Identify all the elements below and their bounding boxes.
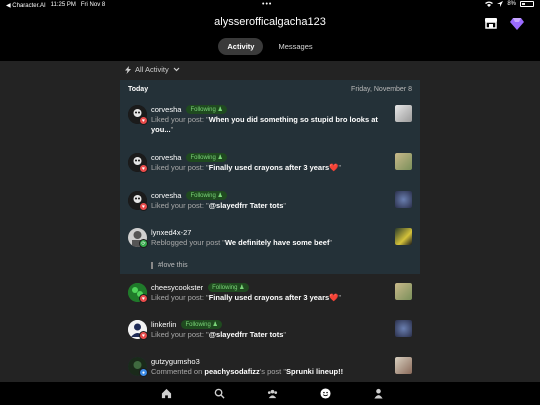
username[interactable]: linkerlin	[151, 320, 176, 329]
activity-description: Commented on peachysodafizz's post "Spru…	[151, 367, 344, 376]
multitasking-dots-icon[interactable]: •••	[262, 1, 272, 8]
username[interactable]: corvesha	[151, 105, 181, 114]
reblog-icon: ⟳	[139, 239, 148, 248]
activity-item[interactable]: ♥ corvesha Following ♟ Liked your post: …	[120, 153, 420, 175]
activity-item[interactable]: ♥ corvesha Following ♟ Liked your post: …	[120, 191, 420, 213]
home-icon[interactable]	[161, 388, 172, 399]
section-label-today: Today	[128, 86, 149, 93]
activity-item[interactable]: ♥ corvesha Following ♟ Liked your post: …	[120, 105, 420, 135]
post-thumbnail[interactable]	[395, 357, 412, 374]
store-icon[interactable]	[484, 17, 498, 29]
activity-description: Liked your post: "Finally used crayons a…	[151, 293, 342, 302]
battery-icon	[520, 1, 534, 7]
filter-label: All Activity	[135, 65, 169, 74]
heart-icon: ♥	[139, 202, 148, 211]
post-thumbnail[interactable]	[395, 283, 412, 300]
post-thumbnail[interactable]	[395, 320, 412, 337]
post-thumbnail[interactable]	[395, 228, 412, 245]
comment-icon: ●	[139, 368, 148, 377]
wifi-icon	[485, 1, 494, 7]
following-badge: Following ♟	[186, 191, 227, 200]
lightning-icon	[125, 65, 131, 74]
following-badge: Following ♟	[186, 153, 227, 162]
post-thumbnail[interactable]	[395, 153, 412, 170]
tab-messages[interactable]: Messages	[269, 38, 321, 55]
username-link[interactable]: peachysodafizz	[204, 367, 259, 376]
profile-icon[interactable]	[373, 388, 384, 399]
following-badge: Following ♟	[186, 105, 227, 114]
post-thumbnail[interactable]	[395, 191, 412, 208]
status-bar: ◀ Character.AI 11:25 PM Fri Nov 8 ••• 8%	[0, 0, 540, 10]
following-badge: Following ♟	[181, 320, 222, 329]
battery-percent: 8%	[507, 1, 516, 7]
section-date: Friday, November 8	[351, 86, 412, 93]
activity-item[interactable]: ● gutzygumsho3 Commented on peachysodafi…	[120, 357, 420, 379]
heart-icon: ♥	[139, 331, 148, 340]
gem-icon[interactable]	[510, 17, 524, 30]
heart-icon: ♥	[139, 164, 148, 173]
top-bar: alysserofficalgacha123 Activity Messages	[0, 10, 540, 61]
back-to-app-link[interactable]: ◀ Character.AI	[6, 2, 46, 9]
activity-filter-dropdown[interactable]: All Activity	[125, 65, 180, 74]
username[interactable]: gutzygumsho3	[151, 357, 200, 366]
search-icon[interactable]	[214, 388, 225, 399]
page-title: alysserofficalgacha123	[214, 16, 326, 28]
username[interactable]: cheesycookster	[151, 283, 203, 292]
activity-description: Liked your post: "@slayedfrr Tater tots"	[151, 201, 287, 210]
activity-description: Liked your post: "Finally used crayons a…	[151, 163, 342, 172]
activity-item[interactable]: ♥ cheesycookster Following ♟ Liked your …	[120, 283, 420, 305]
heart-icon: ♥	[139, 116, 148, 125]
following-badge: Following ♟	[208, 283, 249, 292]
activity-description: Liked your post: "When you did something…	[151, 115, 378, 134]
activity-tabs: Activity Messages	[0, 38, 540, 55]
reblog-comment: #love this	[151, 262, 188, 269]
username[interactable]: lynxed4x-27	[151, 228, 191, 237]
activity-item[interactable]: ⟳ lynxed4x-27 Reblogged your post "We de…	[120, 228, 420, 272]
status-time: 11:25 PM	[50, 2, 76, 8]
status-date: Fri Nov 8	[80, 2, 106, 8]
username[interactable]: corvesha	[151, 191, 181, 200]
location-icon	[497, 1, 504, 7]
bottom-nav	[0, 382, 540, 405]
heart-icon: ♥	[139, 294, 148, 303]
activity-description: Liked your post: "@slayedfrr Tater tots"	[151, 330, 287, 339]
username[interactable]: corvesha	[151, 153, 181, 162]
activity-item[interactable]: ♥ linkerlin Following ♟ Liked your post:…	[120, 320, 420, 342]
activity-icon[interactable]	[319, 388, 331, 399]
tab-activity[interactable]: Activity	[218, 38, 264, 55]
community-icon[interactable]	[267, 388, 278, 399]
post-thumbnail[interactable]	[395, 105, 412, 122]
chevron-down-icon	[173, 67, 180, 72]
activity-description: Reblogged your post "We definitely have …	[151, 238, 333, 247]
